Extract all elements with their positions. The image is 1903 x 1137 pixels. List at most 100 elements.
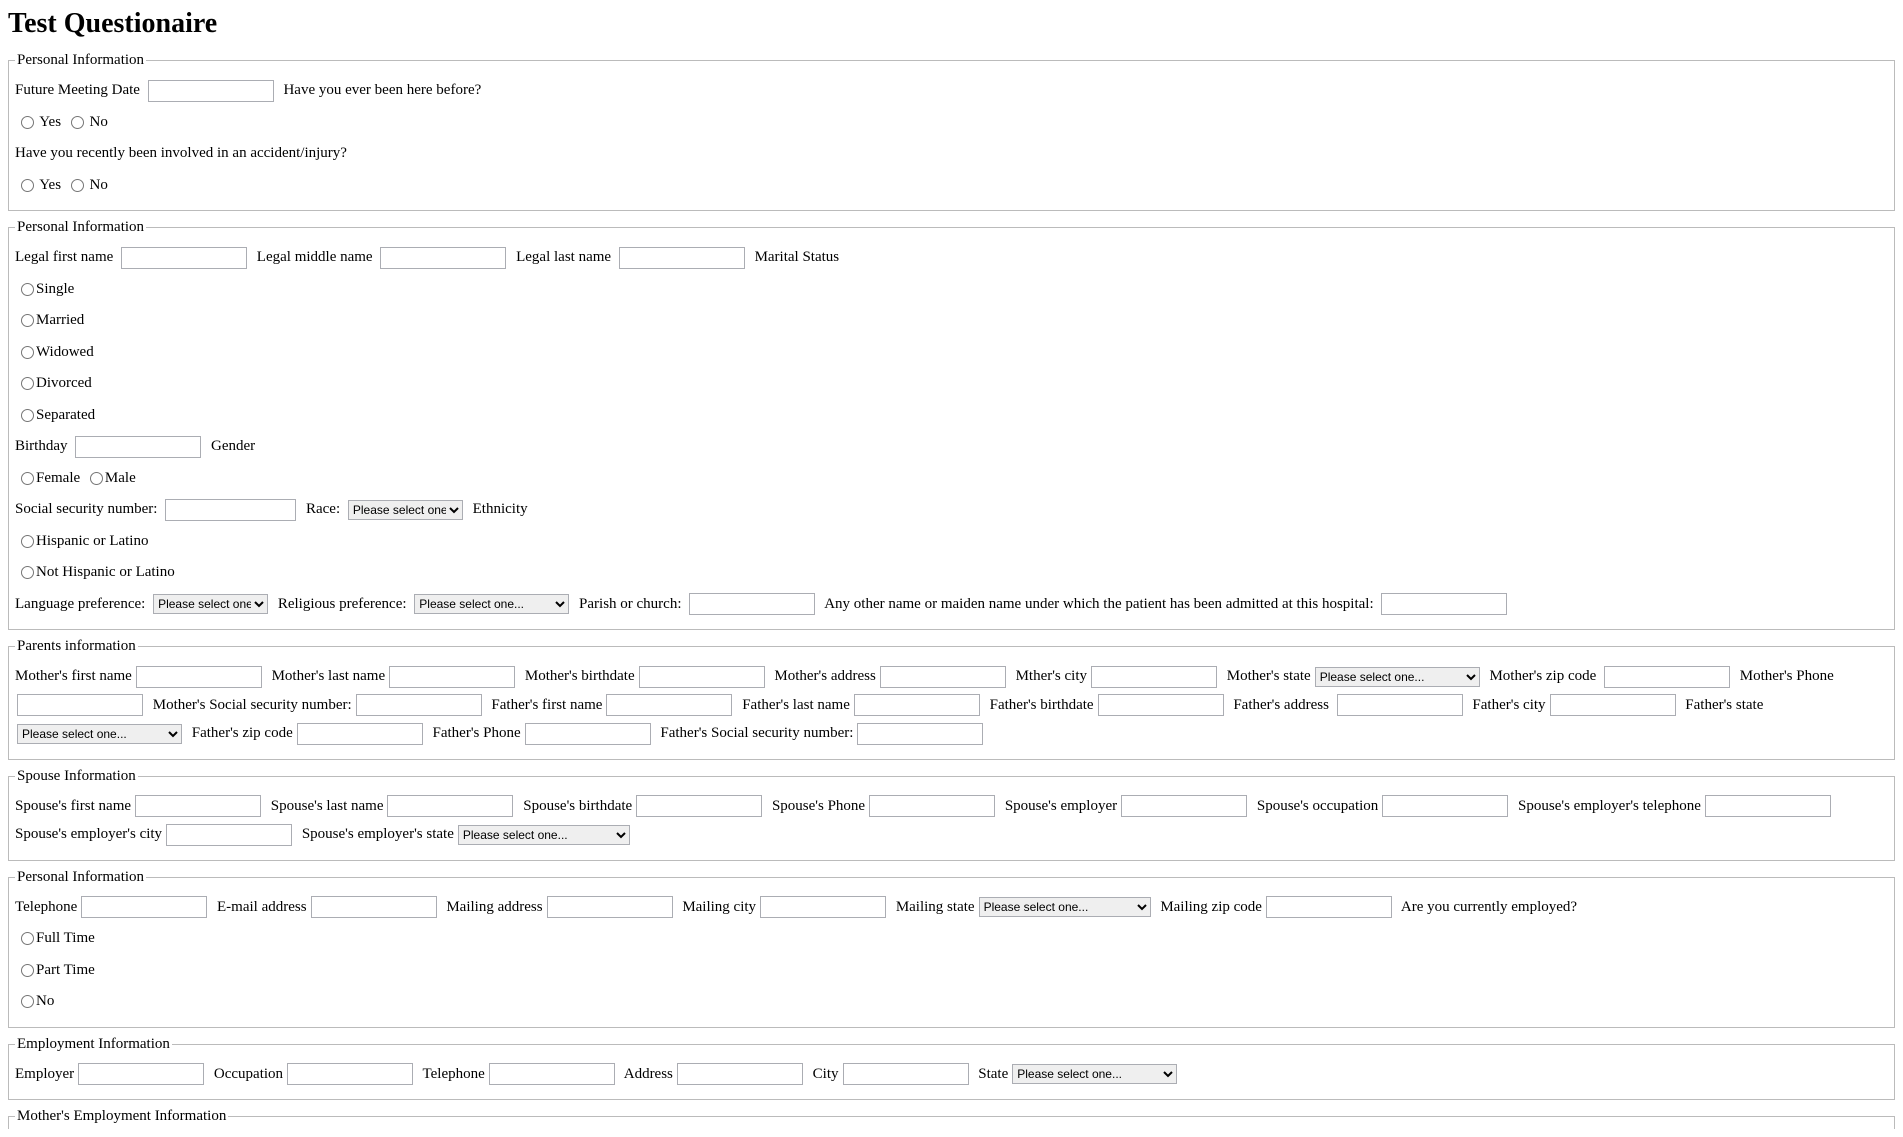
spouse-first-input[interactable] [135,795,261,817]
father-zip-input[interactable] [297,723,423,745]
employment-info-fieldset: Employment Information Employer Occupati… [8,1036,1895,1101]
ethnicity-not-hispanic-radio[interactable] [21,566,34,579]
spouse-emp-tel-input[interactable] [1705,795,1831,817]
spouse-employer-input[interactable] [1121,795,1247,817]
mother-phone-label: Mother's Phone [1740,668,1834,684]
future-meeting-input[interactable] [148,80,274,102]
mother-phone-input[interactable] [17,694,143,716]
marital-status-label: Marital Status [755,249,840,265]
first-name-input[interactable] [121,247,247,269]
mother-state-select[interactable]: Please select one... [1315,667,1480,687]
spouse-phone-input[interactable] [869,795,995,817]
personal-info-2-legend: Personal Information [15,219,146,236]
employed-part-radio[interactable] [21,964,34,977]
mother-city-input[interactable] [1091,666,1217,688]
mother-first-input[interactable] [136,666,262,688]
emp-address-input[interactable] [677,1063,803,1085]
emp-telephone-input[interactable] [489,1063,615,1085]
ethnicity-hispanic-radio[interactable] [21,535,34,548]
spouse-emp-tel-label: Spouse's employer's telephone [1518,798,1701,814]
employer-input[interactable] [78,1063,204,1085]
father-state-label: Father's state [1685,697,1763,713]
marital-separated-radio[interactable] [21,409,34,422]
employer-label: Employer [15,1066,74,1082]
mother-birth-input[interactable] [639,666,765,688]
mother-addr-input[interactable] [880,666,1006,688]
rel-pref-select[interactable]: Please select one... [414,594,569,614]
spouse-last-label: Spouse's last name [271,798,384,814]
spouse-info-fieldset: Spouse Information Spouse's first name S… [8,768,1895,861]
father-state-select[interactable]: Please select one... [17,724,182,744]
mother-zip-input[interactable] [1604,666,1730,688]
marital-married-radio[interactable] [21,314,34,327]
gender-female-radio[interactable] [21,472,34,485]
parish-input[interactable] [689,593,815,615]
ethnicity-not-hispanic-label: Not Hispanic or Latino [36,564,175,580]
ssn-input[interactable] [165,499,296,521]
mother-first-label: Mother's first name [15,668,132,684]
father-addr-label: Father's address [1233,697,1329,713]
emp-state-select[interactable]: Please select one... [1012,1064,1177,1084]
other-name-label: Any other name or maiden name under whic… [824,596,1373,612]
first-name-label: Legal first name [15,249,113,265]
been-before-no-radio[interactable] [71,116,84,129]
father-birth-input[interactable] [1098,694,1224,716]
mailing-zip-label: Mailing zip code [1160,899,1262,915]
employed-full-label: Full Time [36,930,95,946]
spouse-first-label: Spouse's first name [15,798,131,814]
spouse-last-input[interactable] [387,795,513,817]
father-ssn-input[interactable] [857,723,983,745]
no-label-1: No [90,114,108,130]
father-last-label: Father's last name [742,697,850,713]
accident-yes-radio[interactable] [21,179,34,192]
race-select[interactable]: Please select one... [348,500,463,520]
emp-city-input[interactable] [843,1063,969,1085]
father-addr-input[interactable] [1337,694,1463,716]
mother-zip-label: Mother's zip code [1489,668,1596,684]
mother-ssn-input[interactable] [356,694,482,716]
father-city-input[interactable] [1550,694,1676,716]
marital-divorced-radio[interactable] [21,377,34,390]
race-label: Race: [306,501,340,517]
mother-employment-info-fieldset: Mother's Employment Information [8,1108,1895,1129]
email-input[interactable] [311,896,437,918]
father-phone-input[interactable] [525,723,651,745]
mailing-city-input[interactable] [760,896,886,918]
other-name-input[interactable] [1381,593,1507,615]
mother-ssn-label: Mother's Social security number: [153,697,352,713]
occupation-label: Occupation [214,1066,283,1082]
gender-male-radio[interactable] [90,472,103,485]
spouse-occupation-input[interactable] [1382,795,1508,817]
accident-no-radio[interactable] [71,179,84,192]
last-name-input[interactable] [619,247,745,269]
mailing-addr-input[interactable] [547,896,673,918]
mother-last-input[interactable] [389,666,515,688]
marital-widowed-radio[interactable] [21,346,34,359]
telephone-label: Telephone [15,899,77,915]
been-before-yes-radio[interactable] [21,116,34,129]
gender-female-label: Female [36,470,80,486]
father-first-input[interactable] [606,694,732,716]
mother-last-label: Mother's last name [272,668,386,684]
marital-single-radio[interactable] [21,283,34,296]
mailing-state-select[interactable]: Please select one... [979,897,1151,917]
employed-full-radio[interactable] [21,932,34,945]
telephone-input[interactable] [81,896,207,918]
birthday-input[interactable] [75,436,201,458]
no-label-2: No [90,177,108,193]
lang-pref-select[interactable]: Please select one... [153,594,268,614]
employed-part-label: Part Time [36,962,95,978]
occupation-input[interactable] [287,1063,413,1085]
spouse-phone-label: Spouse's Phone [772,798,865,814]
ssn-label: Social security number: [15,501,157,517]
spouse-birth-input[interactable] [636,795,762,817]
father-phone-label: Father's Phone [433,725,521,741]
spouse-emp-city-input[interactable] [166,824,292,846]
mailing-zip-input[interactable] [1266,896,1392,918]
spouse-emp-state-select[interactable]: Please select one... [458,825,630,845]
middle-name-input[interactable] [380,247,506,269]
father-last-input[interactable] [854,694,980,716]
spouse-employer-label: Spouse's employer [1005,798,1117,814]
employed-no-radio[interactable] [21,995,34,1008]
spouse-info-legend: Spouse Information [15,768,138,785]
